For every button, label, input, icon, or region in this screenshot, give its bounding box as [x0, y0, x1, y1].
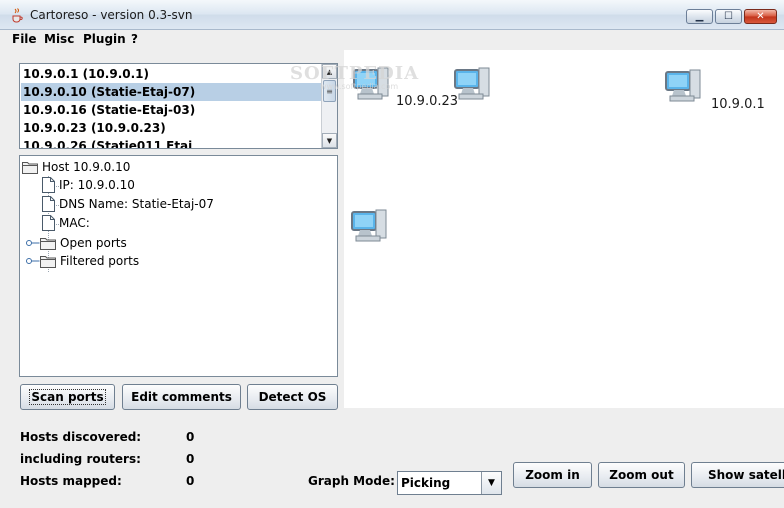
window-title: Cartoreso - version 0.3-svn [30, 8, 193, 22]
list-item-selected[interactable]: 10.9.0.10 (Statie-Etaj-07) [21, 83, 321, 101]
computer-icon[interactable] [453, 64, 493, 104]
graph-mode-select[interactable]: Picking ▼ [397, 471, 502, 495]
zoom-in-label: Zoom in [525, 468, 580, 482]
tree-item-mac[interactable]: MAC: [42, 214, 90, 232]
folder-open-icon [22, 161, 38, 174]
close-icon: ✕ [756, 11, 765, 22]
zoom-out-button[interactable]: Zoom out [598, 462, 685, 488]
menu-help[interactable]: ? [131, 32, 138, 46]
expand-handle-icon[interactable] [26, 257, 40, 265]
minimize-icon: ▁ [695, 11, 704, 22]
including-routers-value: 0 [186, 452, 195, 466]
menu-bar: File Misc Plugin ? [0, 30, 784, 50]
document-icon [42, 196, 55, 212]
maximize-button[interactable]: ☐ [715, 9, 742, 24]
edit-comments-label: Edit comments [131, 390, 232, 404]
tree-item-label: Filtered ports [60, 254, 140, 268]
watermark-url: www.softpedia.com [320, 82, 399, 91]
maximize-icon: ☐ [724, 11, 733, 22]
list-item[interactable]: 10.9.0.23 (10.9.0.23) [21, 119, 321, 137]
scan-ports-button[interactable]: Scan ports [20, 384, 115, 410]
menu-file[interactable]: File [12, 32, 37, 46]
list-item[interactable]: 10.9.0.26 (Statie011 Etaj [21, 137, 321, 148]
including-routers-label: including routers: [20, 452, 141, 466]
tree-item-dns[interactable]: DNS Name: Statie-Etaj-07 [42, 195, 214, 213]
zoom-out-label: Zoom out [609, 468, 674, 482]
menu-misc[interactable]: Misc [44, 32, 74, 46]
scroll-down-icon[interactable]: ▼ [322, 133, 337, 148]
folder-icon [40, 237, 56, 250]
detect-os-label: Detect OS [258, 390, 327, 404]
java-cup-icon [12, 8, 23, 23]
computer-icon[interactable] [350, 206, 390, 246]
hosts-discovered-value: 0 [186, 430, 195, 444]
hosts-mapped-value: 0 [186, 474, 195, 488]
tree-item-filtered-ports[interactable]: Filtered ports [26, 252, 139, 270]
watermark: SOFTPEDIA [290, 63, 420, 84]
tree-item-ip[interactable]: IP: 10.9.0.10 [42, 176, 135, 194]
folder-icon [40, 255, 56, 268]
graph-node-label: 10.9.0.1 [711, 97, 765, 112]
tree-item-label: Open ports [60, 236, 127, 250]
tree-item-label: DNS Name: Statie-Etaj-07 [59, 197, 214, 211]
menu-plugin[interactable]: Plugin [83, 32, 126, 46]
graph-mode-value: Picking [401, 476, 451, 490]
tree-item-label: MAC: [59, 216, 90, 230]
hosts-mapped-label: Hosts mapped: [20, 474, 122, 488]
graph-mode-label: Graph Mode: [308, 474, 395, 488]
hosts-discovered-label: Hosts discovered: [20, 430, 142, 444]
host-details-tree[interactable]: Host 10.9.0.10 IP: 10.9.0.10 DNS Name: S… [19, 155, 338, 377]
tree-item-open-ports[interactable]: Open ports [26, 234, 127, 252]
title-bar[interactable]: Cartoreso - version 0.3-svn ▁ ☐ ✕ [0, 0, 784, 30]
network-graph[interactable]: 10.9.0.23 10.9.0.1 [344, 52, 784, 408]
graph-node-label: 10.9.0.23 [396, 94, 459, 109]
tree-item-label: IP: 10.9.0.10 [59, 178, 135, 192]
minimize-button[interactable]: ▁ [686, 9, 713, 24]
chevron-down-icon[interactable]: ▼ [481, 472, 501, 494]
zoom-in-button[interactable]: Zoom in [513, 462, 592, 488]
tree-root-label: Host 10.9.0.10 [42, 160, 131, 174]
expand-handle-icon[interactable] [26, 239, 40, 247]
computer-icon[interactable] [664, 66, 704, 106]
document-icon [42, 215, 55, 231]
show-satellite-button[interactable]: Show satelli [691, 462, 784, 488]
show-satellite-label: Show satelli [708, 468, 784, 482]
list-item[interactable]: 10.9.0.1 (10.9.0.1) [21, 65, 321, 83]
edit-comments-button[interactable]: Edit comments [122, 384, 241, 410]
detect-os-button[interactable]: Detect OS [247, 384, 338, 410]
document-icon [42, 177, 55, 193]
scan-ports-label: Scan ports [29, 389, 106, 405]
tree-root[interactable]: Host 10.9.0.10 [22, 158, 130, 176]
list-item[interactable]: 10.9.0.16 (Statie-Etaj-03) [21, 101, 321, 119]
close-button[interactable]: ✕ [744, 9, 777, 24]
